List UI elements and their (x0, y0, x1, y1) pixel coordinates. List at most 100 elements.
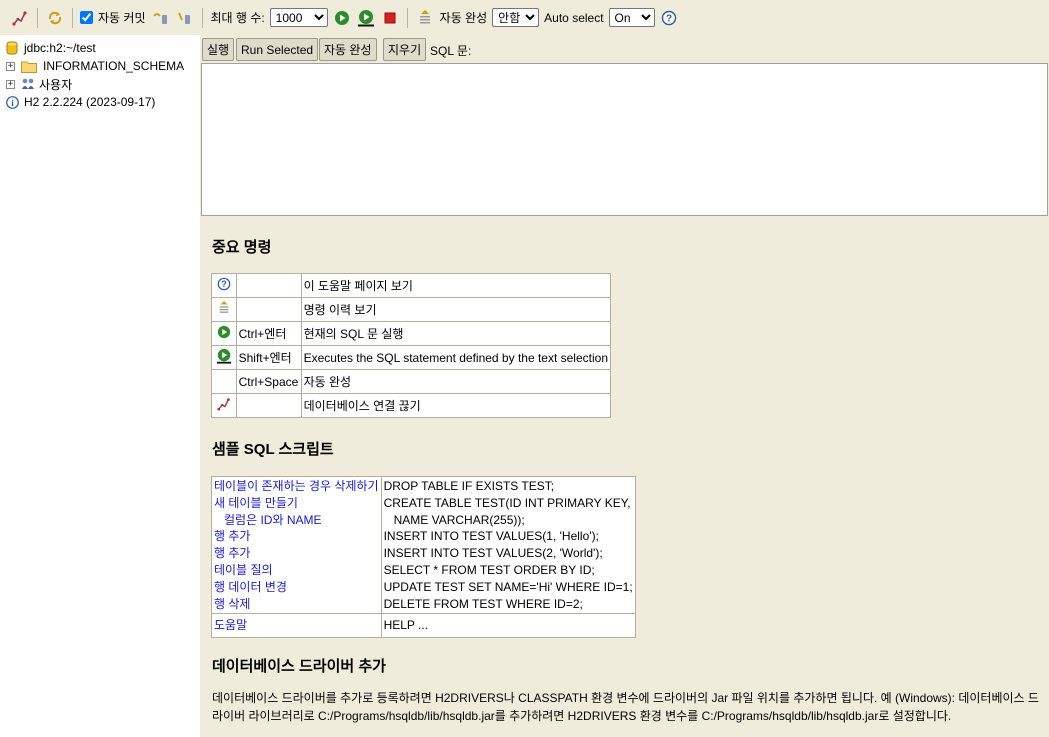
tree-item-label: 사용자 (39, 77, 73, 92)
icon-cell (211, 369, 237, 394)
refresh-icon[interactable] (46, 9, 64, 27)
svg-text:?: ? (221, 279, 226, 289)
description-cell: 명령 이력 보기 (300, 297, 612, 322)
description-cell: 자동 완성 (300, 369, 612, 394)
sample-code-cell: DROP TABLE IF EXISTS TEST; CREATE TABLE … (380, 475, 636, 615)
toolbar: 자동 커밋 최대 행 수: 1000 자동 완성 안함 Auto select … (0, 0, 1049, 35)
sample-link-create-table[interactable]: 새 테이블 만들기 (214, 495, 379, 512)
expand-icon[interactable]: + (6, 61, 15, 71)
table-row: 도움말 HELP ... (211, 613, 636, 639)
sql-editor[interactable] (201, 63, 1048, 216)
auto-complete-button[interactable]: 자동 완성 (319, 38, 377, 61)
sample-link-update[interactable]: 행 데이터 변경 (214, 579, 379, 596)
driver-description: 데이터베이스 드라이버를 추가로 등록하려면 H2DRIVERS나 CLASSP… (212, 691, 1039, 723)
tree-item-version: i H2 2.2.224 (2023-09-17) (6, 93, 155, 111)
auto-complete-select[interactable]: 안함 (492, 8, 540, 27)
help-link[interactable]: 도움말 (214, 617, 379, 634)
shortcut-cell: Ctrl+Space (235, 369, 302, 394)
svg-text:?: ? (665, 13, 671, 24)
sample-code-line: INSERT INTO TEST VALUES(2, 'World'); (383, 546, 603, 561)
sample-code-line: HELP ... (383, 618, 429, 633)
run-button[interactable]: 실행 (202, 38, 235, 61)
help-icon[interactable]: ? (660, 9, 678, 27)
important-commands-title: 중요 명령 (212, 239, 272, 256)
important-commands-table: ? 이 도움말 페이지 보기 명령 이력 보기 Ctrl+엔터 현재의 SQL … (211, 273, 612, 418)
sample-link-insert-1[interactable]: 행 추가 (214, 528, 379, 545)
sample-code-line: INSERT INTO TEST VALUES(1, 'Hello'); (383, 529, 599, 544)
folder-icon (21, 60, 37, 73)
shortcut-cell (235, 393, 302, 418)
auto-commit-label: 자동 커밋 (98, 11, 146, 25)
table-row: 명령 이력 보기 (211, 297, 612, 322)
sample-link-select[interactable]: 테이블 질의 (214, 562, 379, 579)
description-cell: 현재의 SQL 문 실행 (300, 321, 612, 346)
disconnect-icon[interactable] (11, 9, 29, 27)
shortcut-cell (235, 273, 302, 298)
table-row: 데이터베이스 연결 끊기 (211, 393, 612, 418)
users-icon (21, 77, 35, 91)
tree-item-schema[interactable]: + INFORMATION_SCHEMA (6, 57, 184, 75)
table-row: Ctrl+Space 자동 완성 (211, 369, 612, 394)
max-rows-label: 최대 행 수: (210, 11, 265, 25)
tree-item-label: INFORMATION_SCHEMA (43, 59, 185, 73)
sample-links-cell: 도움말 (211, 613, 382, 639)
commit-icon[interactable] (152, 9, 170, 27)
sample-code-line: SELECT * FROM TEST ORDER BY ID; (383, 562, 595, 577)
main-panel: 실행 Run Selected 자동 완성 지우기 SQL 문: 중요 명령 ?… (200, 35, 1049, 737)
run-selected-button[interactable]: Run Selected (236, 38, 319, 61)
shortcut-cell: Shift+엔터 (235, 345, 302, 370)
info-icon: i (6, 95, 19, 109)
sample-code-line: CREATE TABLE TEST(ID INT PRIMARY KEY, (383, 495, 631, 510)
separator (72, 7, 73, 28)
sql-label: SQL 문: (430, 44, 472, 58)
auto-commit-checkbox[interactable] (80, 11, 93, 24)
max-rows-select[interactable]: 1000 (269, 8, 328, 27)
sample-link-columns[interactable]: 컬럼은 ID와 NAME (214, 512, 379, 529)
sample-sql-table: 테이블이 존재하는 경우 삭제하기 새 테이블 만들기 컬럼은 ID와 NAME… (211, 475, 636, 639)
run-selected-icon[interactable] (357, 9, 375, 27)
description-cell: 데이터베이스 연결 끊기 (300, 393, 612, 418)
table-row: Ctrl+엔터 현재의 SQL 문 실행 (211, 321, 612, 346)
tree-item-label: H2 2.2.224 (2023-09-17) (24, 95, 156, 109)
auto-complete-label: 자동 완성 (439, 11, 488, 25)
expand-icon[interactable]: + (6, 79, 15, 89)
run-icon[interactable] (333, 9, 351, 27)
database-icon (6, 41, 18, 55)
rollback-icon[interactable] (176, 9, 194, 27)
description-cell: 이 도움말 페이지 보기 (300, 273, 612, 298)
driver-title: 데이터베이스 드라이버 추가 (212, 658, 386, 675)
tree-item-label: jdbc:h2:~/test (24, 41, 96, 55)
shortcut-cell (235, 297, 302, 322)
table-row: ? 이 도움말 페이지 보기 (211, 273, 612, 298)
stop-icon[interactable] (381, 9, 399, 27)
sample-link-insert-2[interactable]: 행 추가 (214, 545, 379, 562)
sample-links-cell: 테이블이 존재하는 경우 삭제하기 새 테이블 만들기 컬럼은 ID와 NAME… (211, 475, 382, 615)
sample-code-line: DELETE FROM TEST WHERE ID=2; (383, 596, 583, 611)
sample-code-line: UPDATE TEST SET NAME='Hi' WHERE ID=1; (383, 579, 633, 594)
separator (406, 7, 408, 28)
history-icon[interactable] (416, 9, 434, 27)
description-cell: Executes the SQL statement defined by th… (300, 345, 612, 370)
sample-link-drop-table[interactable]: 테이블이 존재하는 경우 삭제하기 (214, 478, 379, 495)
disconnect-icon (211, 393, 237, 418)
table-row: Shift+엔터 Executes the SQL statement defi… (211, 345, 612, 370)
separator (37, 7, 38, 28)
clear-button[interactable]: 지우기 (383, 38, 427, 61)
sample-code-line: NAME VARCHAR(255)); (393, 512, 525, 527)
sample-sql-title: 샘플 SQL 스크립트 (212, 441, 334, 458)
run-icon (211, 321, 237, 346)
auto-select-label: Auto select (544, 10, 604, 25)
table-row: 테이블이 존재하는 경우 삭제하기 새 테이블 만들기 컬럼은 ID와 NAME… (211, 475, 636, 615)
object-tree: jdbc:h2:~/test + INFORMATION_SCHEMA + 사용… (0, 35, 200, 737)
history-icon (211, 297, 237, 322)
sample-code-line: DROP TABLE IF EXISTS TEST; (383, 479, 555, 493)
help-icon: ? (211, 273, 237, 298)
sample-code-cell: HELP ... (380, 613, 636, 639)
run-selected-icon (211, 345, 237, 370)
tree-item-connection[interactable]: jdbc:h2:~/test (6, 39, 96, 57)
auto-select-select[interactable]: On (608, 8, 655, 27)
separator (201, 7, 203, 28)
tree-item-users[interactable]: + 사용자 (6, 75, 72, 93)
sample-link-delete[interactable]: 행 삭제 (214, 596, 379, 613)
shortcut-cell: Ctrl+엔터 (235, 321, 302, 346)
